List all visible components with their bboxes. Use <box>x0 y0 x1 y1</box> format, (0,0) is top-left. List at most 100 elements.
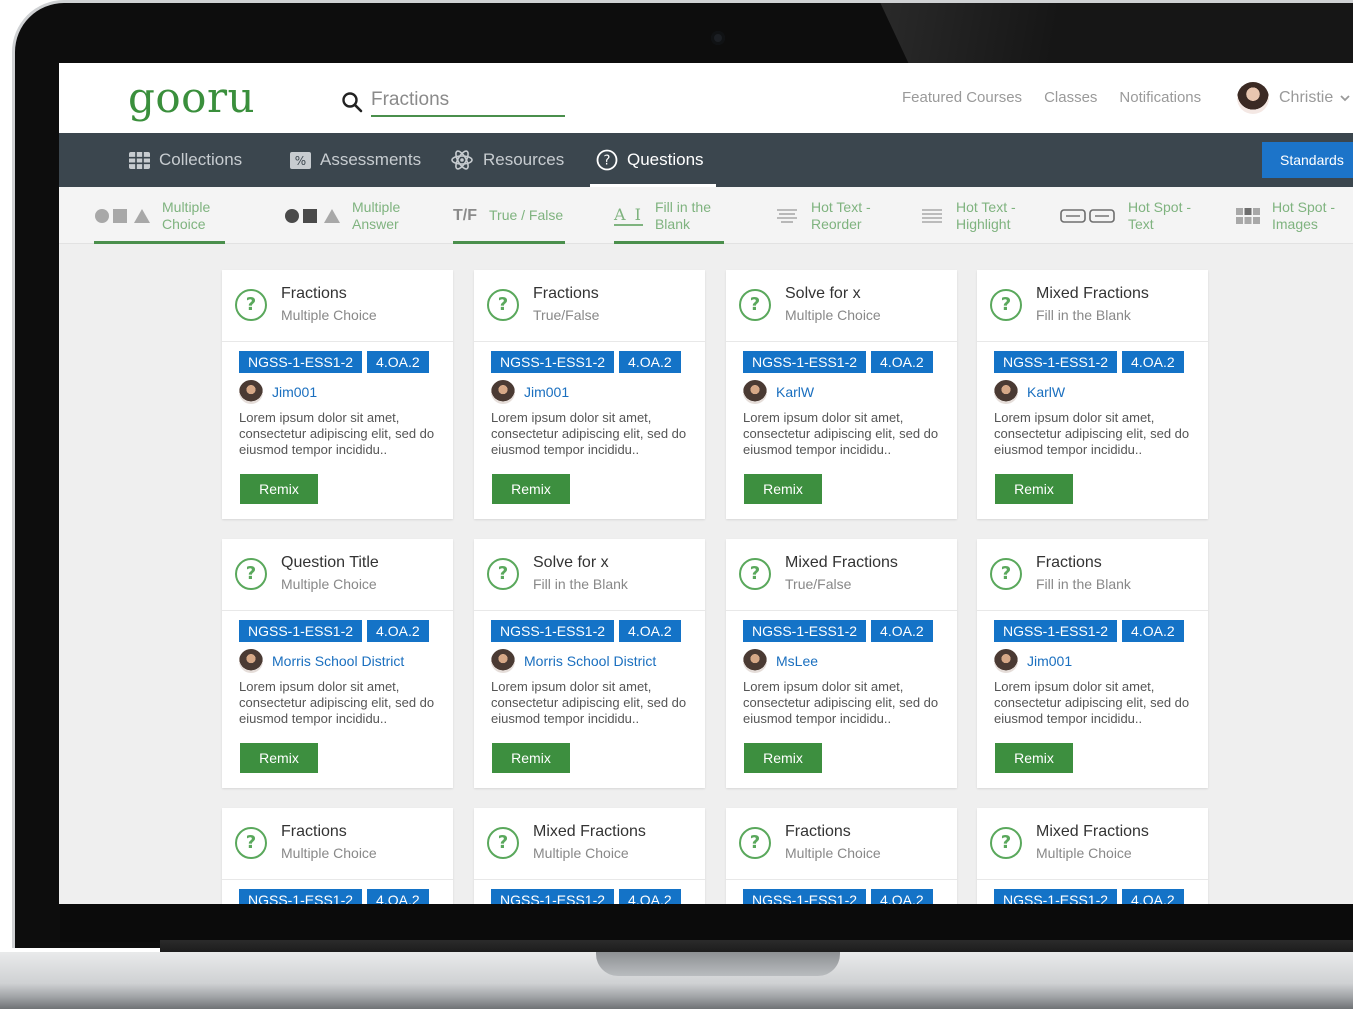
standard-tag[interactable]: NGSS-1-ESS1-2 <box>994 351 1118 373</box>
standard-tag[interactable]: 4.OA.2 <box>871 889 933 904</box>
tab-assessments[interactable]: % Assessments <box>290 133 421 187</box>
standard-tag[interactable]: 4.OA.2 <box>871 620 933 642</box>
qtype-hot-spot-text[interactable]: Hot Spot - Text <box>1060 187 1191 244</box>
question-circle-icon: ? <box>235 827 267 859</box>
question-card[interactable]: ? Mixed Fractions Multiple Choice NGSS-1… <box>474 808 705 904</box>
author-name[interactable]: KarlW <box>1027 384 1065 400</box>
qtype-fib-line1: Fill in the <box>654 198 711 215</box>
screen: gooru Featured Courses Classes Notificat… <box>59 63 1353 904</box>
card-title[interactable]: Mixed Fractions <box>785 554 898 572</box>
standard-tag[interactable]: NGSS-1-ESS1-2 <box>743 351 867 373</box>
card-title[interactable]: Solve for x <box>533 554 609 572</box>
standard-tag[interactable]: 4.OA.2 <box>367 351 429 373</box>
standards-button[interactable]: Standards <box>1262 142 1353 178</box>
card-author[interactable]: Morris School District <box>239 649 404 673</box>
question-card[interactable]: ? Fractions Fill in the Blank NGSS-1-ESS… <box>977 539 1208 788</box>
standard-tag[interactable]: 4.OA.2 <box>1122 889 1184 904</box>
qtype-multiple-answer[interactable]: Multiple Answer <box>284 187 400 244</box>
search-bar <box>341 85 565 117</box>
card-title[interactable]: Fractions <box>785 823 851 841</box>
card-header: ? Mixed Fractions Multiple Choice <box>474 808 705 880</box>
remix-button[interactable]: Remix <box>744 474 822 504</box>
standard-tag[interactable]: 4.OA.2 <box>619 889 681 904</box>
remix-button[interactable]: Remix <box>744 743 822 773</box>
nav-classes[interactable]: Classes <box>1044 89 1097 106</box>
question-card[interactable]: ? Fractions True/False NGSS-1-ESS1-2 4.O… <box>474 270 705 519</box>
author-name[interactable]: Morris School District <box>272 653 404 669</box>
tab-questions-label: Questions <box>627 150 704 169</box>
standard-tag[interactable]: NGSS-1-ESS1-2 <box>743 889 867 904</box>
standard-tag[interactable]: 4.OA.2 <box>619 620 681 642</box>
standard-tag[interactable]: NGSS-1-ESS1-2 <box>994 620 1118 642</box>
reorder-icon <box>777 208 797 223</box>
remix-button[interactable]: Remix <box>240 474 318 504</box>
card-title[interactable]: Fractions <box>533 285 599 303</box>
card-title[interactable]: Fractions <box>281 823 347 841</box>
qtype-true-false[interactable]: T/F True / False <box>453 187 565 244</box>
tab-questions[interactable]: ? Questions <box>590 133 716 187</box>
standard-tag[interactable]: NGSS-1-ESS1-2 <box>994 889 1118 904</box>
gooru-logo[interactable]: gooru <box>128 75 255 121</box>
card-author[interactable]: MsLee <box>743 649 818 673</box>
card-title[interactable]: Mixed Fractions <box>1036 823 1149 841</box>
standard-tag[interactable]: NGSS-1-ESS1-2 <box>743 620 867 642</box>
standard-tag[interactable]: NGSS-1-ESS1-2 <box>239 620 363 642</box>
qtype-hot-spot-images[interactable]: Hot Spot - Images <box>1236 187 1335 244</box>
question-card[interactable]: ? Fractions Multiple Choice NGSS-1-ESS1-… <box>222 270 453 519</box>
standard-tag[interactable]: 4.OA.2 <box>1122 620 1184 642</box>
card-title[interactable]: Fractions <box>1036 554 1102 572</box>
remix-button[interactable]: Remix <box>995 474 1073 504</box>
question-card[interactable]: ? Fractions Multiple Choice NGSS-1-ESS1-… <box>222 808 453 904</box>
qtype-hot-text-highlight[interactable]: Hot Text - Highlight <box>920 187 1016 244</box>
question-card[interactable]: ? Solve for x Fill in the Blank NGSS-1-E… <box>474 539 705 788</box>
standard-tag[interactable]: 4.OA.2 <box>1122 351 1184 373</box>
remix-button[interactable]: Remix <box>240 743 318 773</box>
user-menu[interactable]: Christie <box>1237 82 1351 114</box>
author-name[interactable]: Jim001 <box>272 384 317 400</box>
author-name[interactable]: MsLee <box>776 653 818 669</box>
nav-notifications[interactable]: Notifications <box>1119 89 1201 106</box>
card-title[interactable]: Solve for x <box>785 285 861 303</box>
remix-button[interactable]: Remix <box>995 743 1073 773</box>
question-card[interactable]: ? Solve for x Multiple Choice NGSS-1-ESS… <box>726 270 957 519</box>
question-card[interactable]: ? Question Title Multiple Choice NGSS-1-… <box>222 539 453 788</box>
search-icon[interactable] <box>341 91 363 113</box>
qtype-multiple-choice[interactable]: Multiple Choice <box>94 187 225 244</box>
tab-resources[interactable]: Resources <box>450 133 564 187</box>
card-author[interactable]: KarlW <box>743 380 814 404</box>
author-name[interactable]: KarlW <box>776 384 814 400</box>
card-author[interactable]: Jim001 <box>491 380 569 404</box>
search-input[interactable] <box>371 85 565 117</box>
remix-button[interactable]: Remix <box>492 474 570 504</box>
qtype-fill-in-the-blank[interactable]: A I Fill in the Blank <box>614 187 724 244</box>
author-name[interactable]: Morris School District <box>524 653 656 669</box>
standard-tag[interactable]: NGSS-1-ESS1-2 <box>239 351 363 373</box>
standard-tag[interactable]: NGSS-1-ESS1-2 <box>491 889 615 904</box>
card-author[interactable]: Jim001 <box>239 380 317 404</box>
author-name[interactable]: Jim001 <box>524 384 569 400</box>
standard-tag[interactable]: NGSS-1-ESS1-2 <box>491 620 615 642</box>
card-title[interactable]: Mixed Fractions <box>533 823 646 841</box>
percent-icon: % <box>290 151 311 169</box>
standard-tag[interactable]: 4.OA.2 <box>871 351 933 373</box>
remix-button[interactable]: Remix <box>492 743 570 773</box>
tab-collections[interactable]: Collections <box>129 133 242 187</box>
standard-tag[interactable]: 4.OA.2 <box>367 889 429 904</box>
card-title[interactable]: Fractions <box>281 285 347 303</box>
standard-tag[interactable]: 4.OA.2 <box>619 351 681 373</box>
standard-tag[interactable]: NGSS-1-ESS1-2 <box>239 889 363 904</box>
card-title[interactable]: Mixed Fractions <box>1036 285 1149 303</box>
question-card[interactable]: ? Mixed Fractions True/False NGSS-1-ESS1… <box>726 539 957 788</box>
question-card[interactable]: ? Mixed Fractions Multiple Choice NGSS-1… <box>977 808 1208 904</box>
card-author[interactable]: Jim001 <box>994 649 1072 673</box>
standard-tag[interactable]: NGSS-1-ESS1-2 <box>491 351 615 373</box>
author-name[interactable]: Jim001 <box>1027 653 1072 669</box>
question-card[interactable]: ? Mixed Fractions Fill in the Blank NGSS… <box>977 270 1208 519</box>
card-author[interactable]: KarlW <box>994 380 1065 404</box>
card-author[interactable]: Morris School District <box>491 649 656 673</box>
card-title[interactable]: Question Title <box>281 554 379 572</box>
qtype-hot-text-reorder[interactable]: Hot Text - Reorder <box>775 187 871 244</box>
standard-tag[interactable]: 4.OA.2 <box>367 620 429 642</box>
question-card[interactable]: ? Fractions Multiple Choice NGSS-1-ESS1-… <box>726 808 957 904</box>
nav-featured-courses[interactable]: Featured Courses <box>902 89 1022 106</box>
